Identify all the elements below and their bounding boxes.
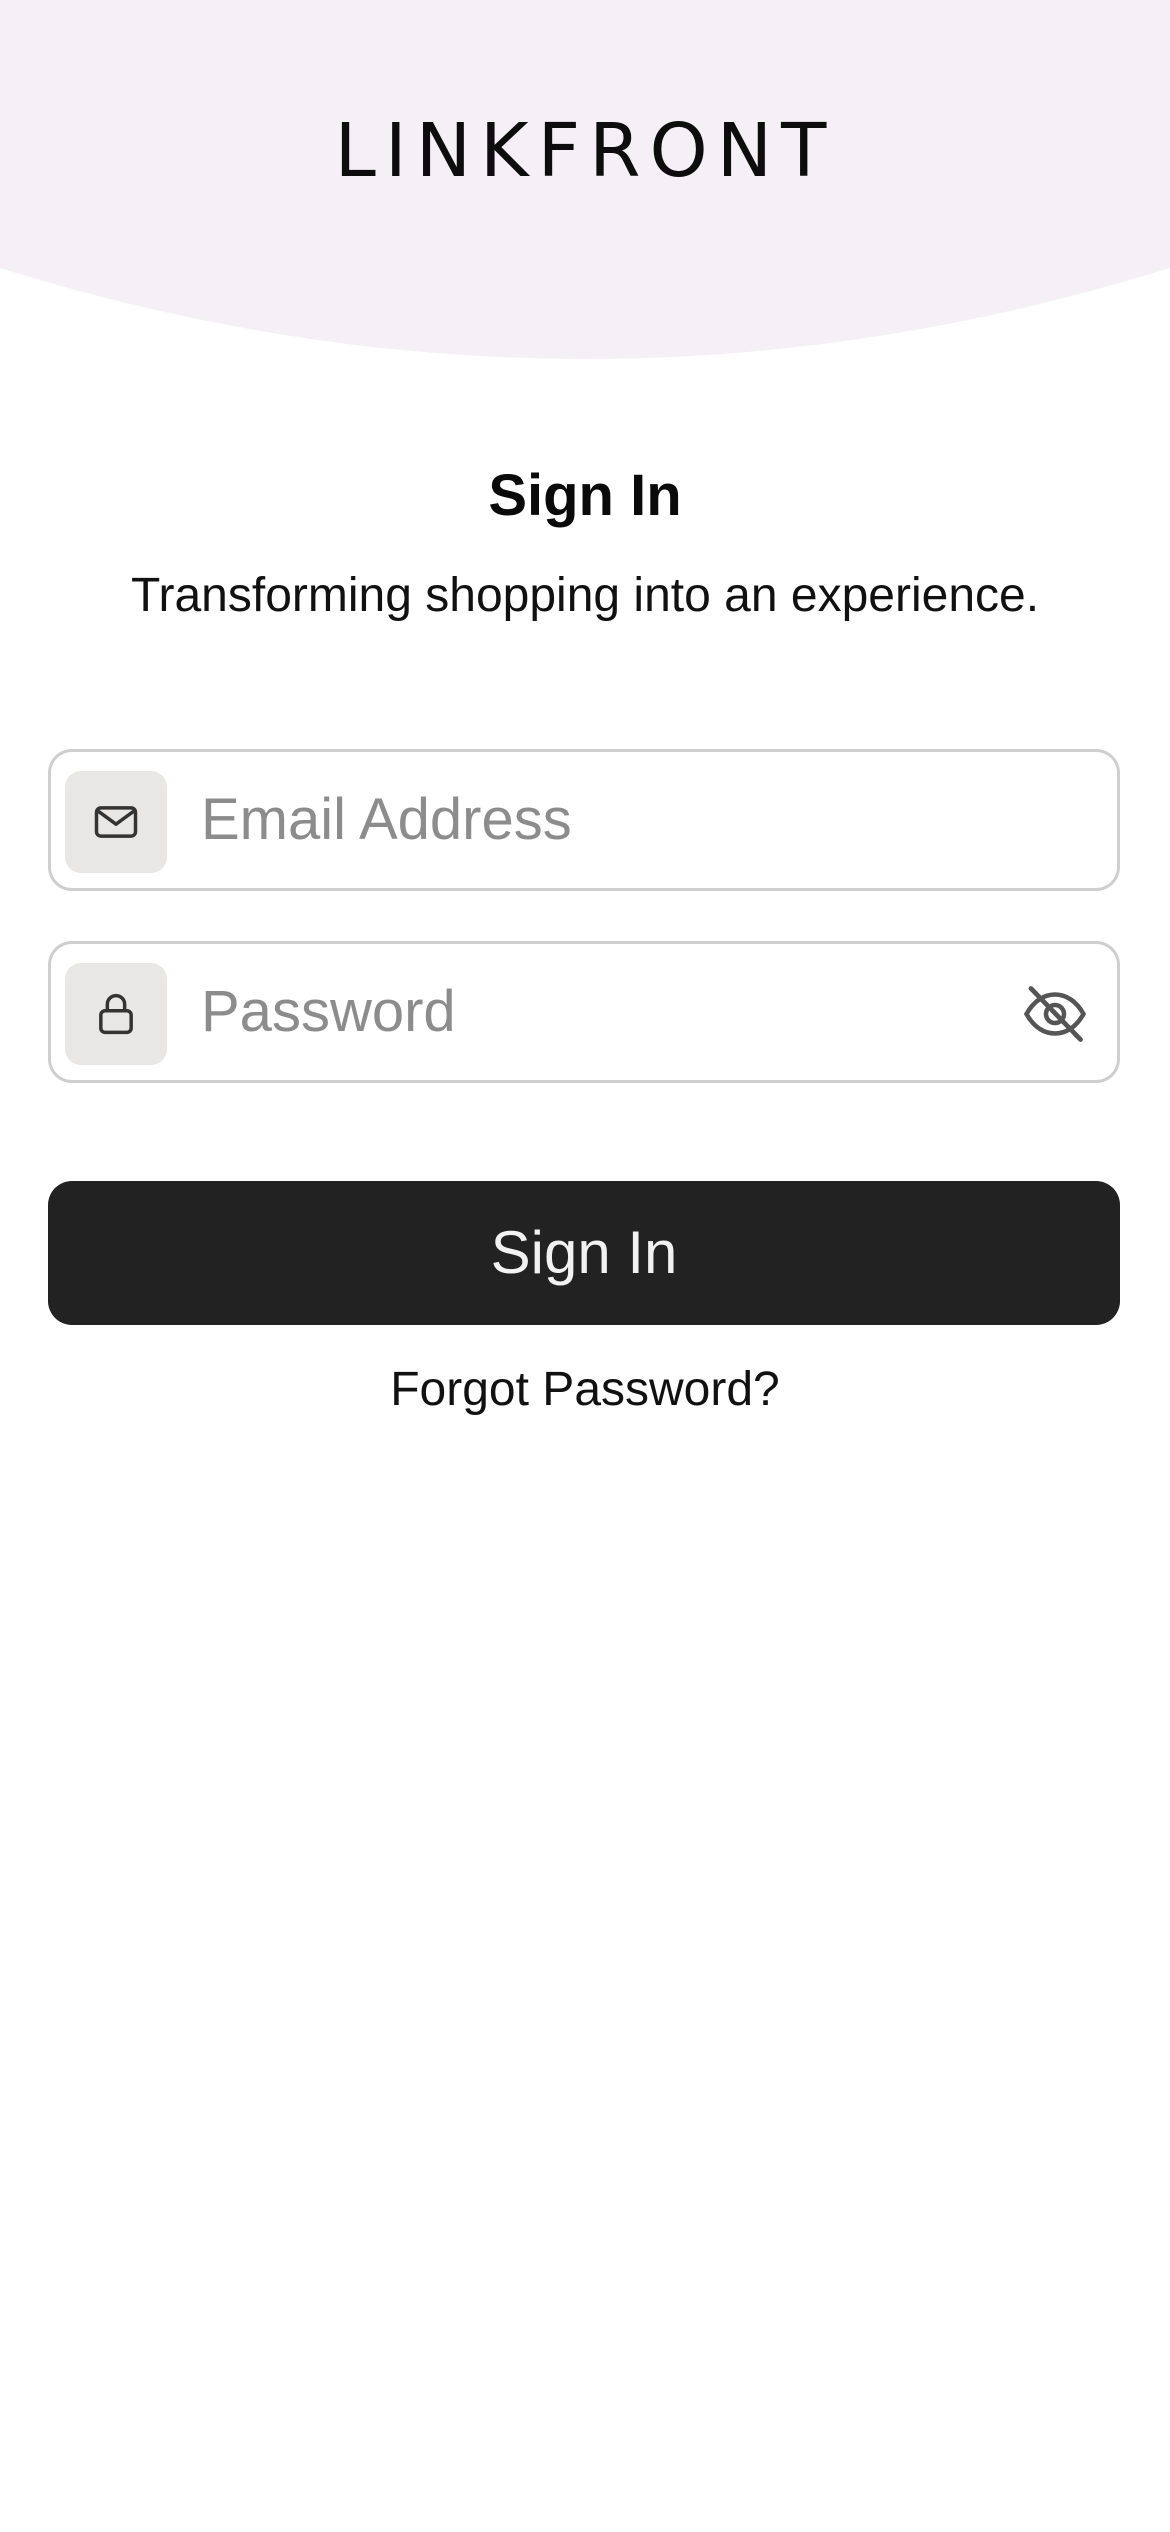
email-placeholder: Email Address [201, 787, 572, 852]
password-icon-box [65, 963, 167, 1065]
page-subtitle: Transforming shopping into an experience… [130, 569, 1040, 622]
mail-icon [94, 806, 138, 838]
lock-icon [99, 993, 133, 1035]
password-field[interactable]: Password [48, 941, 1120, 1083]
page-title: Sign In [488, 463, 682, 528]
password-placeholder: Password [201, 979, 456, 1044]
email-field[interactable]: Email Address [48, 749, 1120, 891]
sign-in-button[interactable]: Sign In [48, 1181, 1120, 1325]
email-icon-box [65, 771, 167, 873]
brand-logo: LINKFRONT [334, 108, 836, 194]
eye-off-icon[interactable] [1019, 978, 1091, 1050]
header-banner: LINKFRONT [0, 0, 1170, 360]
forgot-password-link[interactable]: Forgot Password? [0, 1362, 1170, 1417]
